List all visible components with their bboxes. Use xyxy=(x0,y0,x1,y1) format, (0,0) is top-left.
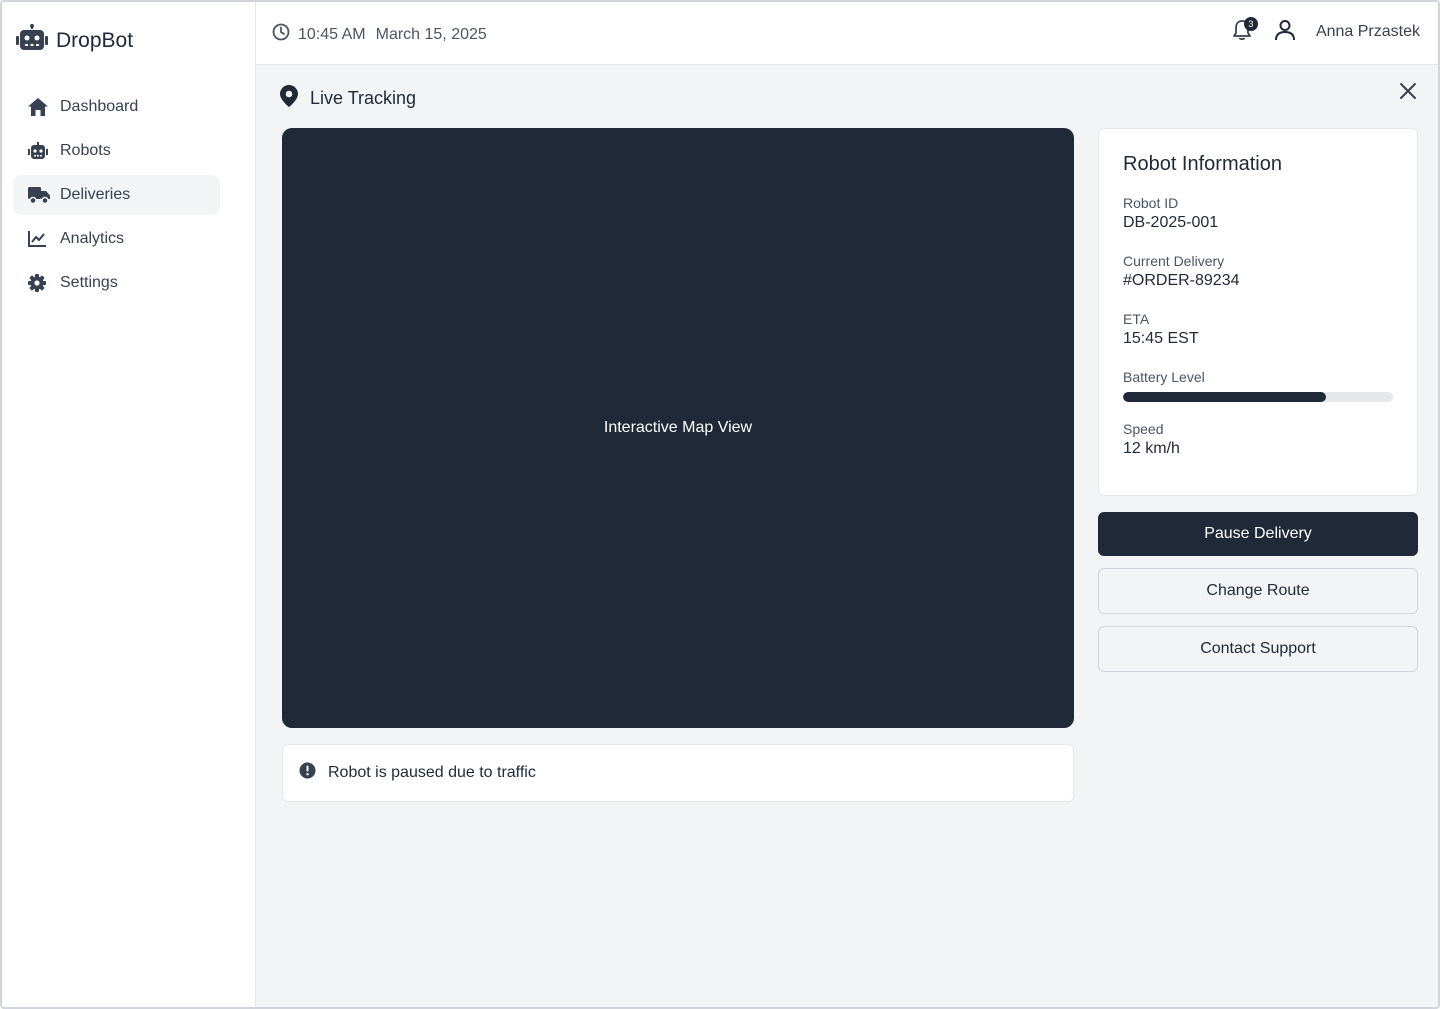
notification-count-badge: 3 xyxy=(1243,17,1258,31)
current-delivery-label: Current Delivery xyxy=(1123,253,1225,269)
top-bar: 10:45 AM March 15, 2025 3 Anna Przastek xyxy=(256,2,1438,65)
speed-label: Speed xyxy=(1123,421,1164,437)
panel-header: Live Tracking xyxy=(280,85,416,112)
sidebar-nav: Dashboard Robots Deliveries Analytics Se… xyxy=(13,87,220,307)
pause-delivery-button[interactable]: Pause Delivery xyxy=(1098,512,1418,556)
gear-icon xyxy=(28,274,50,292)
robot-id-label: Robot ID xyxy=(1123,195,1179,211)
change-route-button[interactable]: Change Route xyxy=(1098,568,1418,614)
user-icon xyxy=(1274,19,1296,46)
brand[interactable]: DropBot xyxy=(16,24,133,57)
sidebar-item-label: Settings xyxy=(60,274,118,291)
chart-line-icon xyxy=(28,231,50,247)
alert-text: Robot is paused due to traffic xyxy=(328,764,536,781)
current-delivery-field: Current Delivery #ORDER-89234 xyxy=(1123,252,1393,292)
user-avatar-button[interactable] xyxy=(1274,19,1298,45)
notifications-button[interactable]: 3 xyxy=(1230,17,1258,45)
robot-icon xyxy=(16,24,48,57)
battery-bar xyxy=(1123,392,1393,402)
map-pin-icon xyxy=(280,85,298,112)
sidebar-item-label: Robots xyxy=(60,142,111,159)
sidebar: DropBot Dashboard Robots Deliveries Anal… xyxy=(2,2,256,1007)
clock-icon xyxy=(272,23,290,46)
contact-support-button[interactable]: Contact Support xyxy=(1098,626,1418,672)
alert-icon xyxy=(299,762,316,784)
eta-value: 15:45 EST xyxy=(1123,330,1199,347)
sidebar-item-label: Deliveries xyxy=(60,186,131,203)
eta-field: ETA 15:45 EST xyxy=(1123,310,1393,350)
home-icon xyxy=(28,98,50,116)
panel-title: Live Tracking xyxy=(310,88,417,108)
app-window: DropBot Dashboard Robots Deliveries Anal… xyxy=(0,0,1440,1009)
battery-label: Battery Level xyxy=(1123,369,1205,385)
map-view[interactable]: Interactive Map View xyxy=(282,128,1074,728)
speed-value: 12 km/h xyxy=(1123,440,1180,457)
current-date: March 15, 2025 xyxy=(375,25,487,43)
map-label: Interactive Map View xyxy=(603,419,753,436)
robot-icon xyxy=(28,142,50,160)
close-button[interactable] xyxy=(1396,81,1420,105)
sidebar-item-dashboard[interactable]: Dashboard xyxy=(13,87,220,127)
header-actions: 3 Anna Przastek xyxy=(1230,17,1420,45)
battery-bar-fill xyxy=(1123,392,1326,402)
robot-id-field: Robot ID DB-2025-001 xyxy=(1123,194,1393,234)
sidebar-item-label: Dashboard xyxy=(60,98,139,115)
current-time: 10:45 AM xyxy=(298,25,366,43)
status-alert: Robot is paused due to traffic xyxy=(282,744,1074,802)
user-name[interactable]: Anna Przastek xyxy=(1316,23,1420,41)
close-icon xyxy=(1399,82,1417,105)
battery-field: Battery Level xyxy=(1123,368,1393,402)
datetime: 10:45 AM March 15, 2025 xyxy=(272,23,487,46)
sidebar-item-analytics[interactable]: Analytics xyxy=(13,219,220,259)
truck-icon xyxy=(28,186,50,204)
eta-label: ETA xyxy=(1123,311,1150,327)
sidebar-item-settings[interactable]: Settings xyxy=(13,263,220,303)
live-tracking-panel: Live Tracking Interactive Map View Robot… xyxy=(256,65,1438,1007)
robot-id-value: DB-2025-001 xyxy=(1123,214,1219,231)
current-delivery-value: #ORDER-89234 xyxy=(1123,272,1240,289)
sidebar-item-label: Analytics xyxy=(60,230,125,247)
robot-info-title: Robot Information xyxy=(1123,153,1282,175)
app-name: DropBot xyxy=(56,28,134,52)
robot-info-card: Robot Information Robot ID DB-2025-001 C… xyxy=(1098,128,1418,496)
sidebar-item-deliveries[interactable]: Deliveries xyxy=(13,175,220,215)
sidebar-item-robots[interactable]: Robots xyxy=(13,131,220,171)
speed-field: Speed 12 km/h xyxy=(1123,420,1393,460)
